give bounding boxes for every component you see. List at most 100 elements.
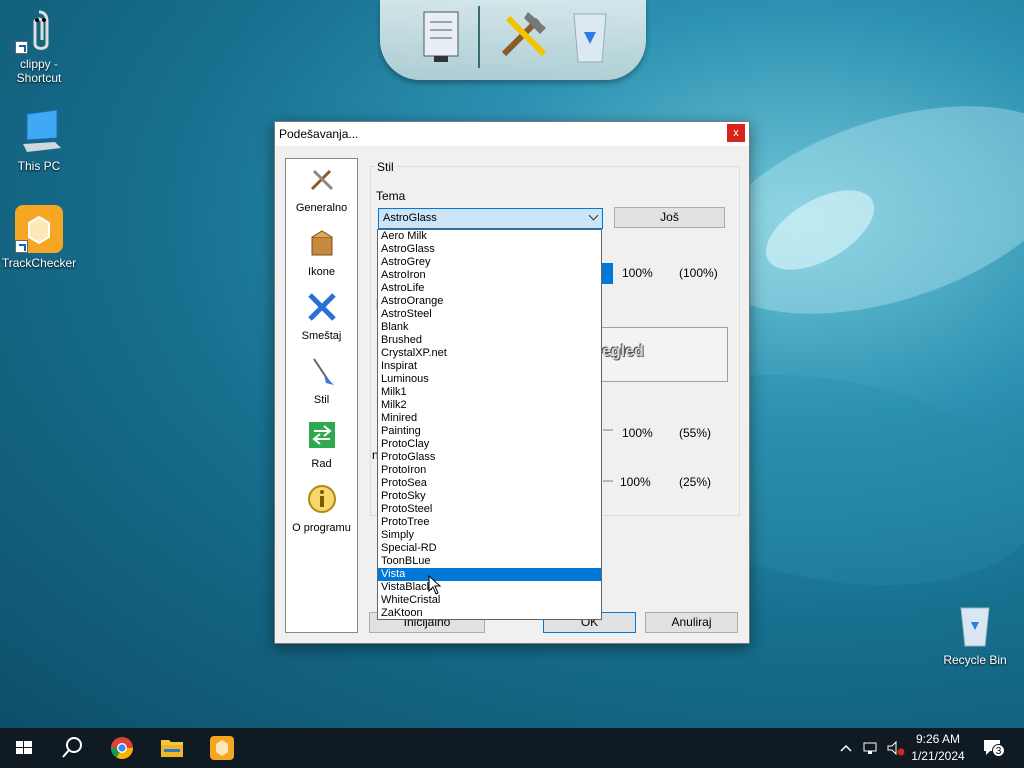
theme-option[interactable]: ProtoGlass — [378, 451, 601, 464]
clock-date[interactable]: 1/21/2024 — [906, 749, 970, 763]
desktop-icon-this-pc[interactable]: This PC — [1, 108, 77, 173]
more-button[interactable]: Još — [614, 207, 725, 228]
notifications-button[interactable]: 3 — [982, 738, 1006, 758]
theme-option[interactable]: Blank — [378, 321, 601, 334]
desktop-icon-label: This PC — [17, 159, 61, 173]
theme-option[interactable]: Special-RD — [378, 542, 601, 555]
theme-option[interactable]: VistaBlack — [378, 581, 601, 594]
value2-paren: (55%) — [679, 426, 712, 440]
theme-option[interactable]: Aero Milk — [378, 230, 601, 243]
theme-option[interactable]: ProtoTree — [378, 516, 601, 529]
close-button[interactable]: x — [727, 124, 745, 142]
nav-item-stil[interactable]: Stil — [286, 355, 357, 406]
desktop-icon-label: Recycle Bin — [943, 653, 1007, 667]
cancel-button[interactable]: Anuliraj — [645, 612, 738, 633]
move-arrows-icon — [307, 293, 336, 321]
taskbar-chrome[interactable] — [98, 728, 146, 768]
theme-option[interactable]: AstroGlass — [378, 243, 601, 256]
package-icon — [311, 230, 332, 256]
paperclip-icon — [15, 6, 63, 54]
search-button[interactable] — [48, 728, 96, 768]
start-button[interactable] — [0, 728, 48, 768]
dock-bar — [380, 0, 646, 92]
dialog-titlebar[interactable]: Podešavanja... x — [275, 122, 749, 146]
theme-label: Tema — [376, 189, 406, 203]
shortcut-arrow-icon — [15, 41, 28, 54]
theme-option[interactable]: Milk2 — [378, 399, 601, 412]
theme-option[interactable]: AstroIron — [378, 269, 601, 282]
settings-nav: Generalno Ikone Smeštaj Stil Rad O progr… — [285, 158, 358, 633]
clock-time[interactable]: 9:26 AM — [906, 732, 970, 746]
theme-option[interactable]: Inspirat — [378, 360, 601, 373]
taskbar-trackchecker[interactable] — [198, 728, 246, 768]
green-arrows-icon — [308, 422, 335, 448]
window-icon — [423, 11, 459, 62]
desktop-icon-recycle-bin[interactable]: Recycle Bin — [937, 602, 1013, 667]
network-icon[interactable] — [862, 740, 880, 756]
taskbar-file-explorer[interactable] — [148, 728, 196, 768]
theme-option[interactable]: ProtoSteel — [378, 503, 601, 516]
trackchecker-icon — [210, 736, 234, 760]
value2-percent: 100% — [622, 426, 653, 440]
theme-dropdown-list[interactable]: Aero Milk AstroGlass AstroGrey AstroIron Ast… — [377, 229, 602, 620]
theme-option[interactable]: Milk1 — [378, 386, 601, 399]
theme-option[interactable]: AstroGrey — [378, 256, 601, 269]
nav-label: O programu — [292, 522, 351, 534]
theme-combobox[interactable]: AstroGlass — [378, 208, 603, 229]
theme-option[interactable]: ZaKtoon — [378, 607, 601, 620]
theme-option[interactable]: ProtoIron — [378, 464, 601, 477]
theme-option[interactable]: AstroSteel — [378, 308, 601, 321]
preview-text: egled — [602, 343, 644, 360]
theme-option[interactable]: Painting — [378, 425, 601, 438]
theme-option[interactable]: AstroLife — [378, 282, 601, 295]
value3-paren: (25%) — [679, 475, 712, 489]
notification-count: 3 — [992, 744, 1005, 757]
volume-muted-icon[interactable] — [886, 740, 906, 756]
windows-logo-icon — [16, 741, 32, 754]
nav-label: Rad — [311, 458, 332, 470]
desktop-icon-label: TrackChecker — [1, 256, 77, 270]
dock-item-settings[interactable] — [410, 4, 470, 68]
info-icon — [307, 485, 336, 513]
folder-icon — [161, 740, 183, 757]
nav-item-rad[interactable]: Rad — [286, 419, 357, 470]
chevron-up-icon[interactable] — [838, 740, 854, 756]
theme-option[interactable]: CrystalXP.net — [378, 347, 601, 360]
theme-option[interactable]: Simply — [378, 529, 601, 542]
theme-option[interactable]: Vista — [378, 568, 601, 581]
shortcut-arrow-icon — [15, 240, 28, 253]
recycle-bin-icon — [573, 13, 607, 63]
dock-item-recycle-bin[interactable] — [560, 4, 620, 68]
theme-option[interactable]: WhiteCristal — [378, 594, 601, 607]
theme-option[interactable]: ToonBLue — [378, 555, 601, 568]
theme-option[interactable]: ProtoClay — [378, 438, 601, 451]
preview-box: egled — [601, 327, 728, 382]
slider-track[interactable] — [603, 429, 613, 431]
search-icon — [62, 737, 82, 758]
value3-percent: 100% — [620, 475, 651, 489]
theme-option[interactable]: ProtoSea — [378, 477, 601, 490]
theme-option[interactable]: ProtoSky — [378, 490, 601, 503]
dock-separator — [478, 6, 480, 68]
desktop-icon-trackchecker[interactable]: TrackChecker — [1, 205, 77, 270]
computer-icon — [15, 108, 63, 156]
nav-item-smestaj[interactable]: Smeštaj — [286, 291, 357, 342]
dock-item-tools[interactable] — [494, 4, 554, 68]
recycle-bin-icon — [951, 602, 999, 650]
nav-item-ikone[interactable]: Ikone — [286, 227, 357, 278]
desktop-icon-label: clippy - Shortcut — [16, 57, 62, 85]
brush-icon — [312, 358, 334, 385]
nav-label: Generalno — [295, 202, 348, 214]
chevron-down-icon — [588, 210, 599, 221]
theme-option[interactable]: AstroOrange — [378, 295, 601, 308]
nav-item-generalno[interactable]: Generalno — [286, 163, 357, 214]
tools-icon — [310, 169, 333, 191]
group-label: Stil — [375, 160, 396, 174]
nav-item-o-programu[interactable]: O programu — [286, 483, 357, 534]
value1-paren: (100%) — [679, 266, 718, 280]
theme-option[interactable]: Luminous — [378, 373, 601, 386]
slider-track[interactable] — [603, 480, 613, 482]
theme-option[interactable]: Minired — [378, 412, 601, 425]
desktop-icon-clippy[interactable]: clippy - Shortcut — [1, 6, 77, 85]
theme-option[interactable]: Brushed — [378, 334, 601, 347]
